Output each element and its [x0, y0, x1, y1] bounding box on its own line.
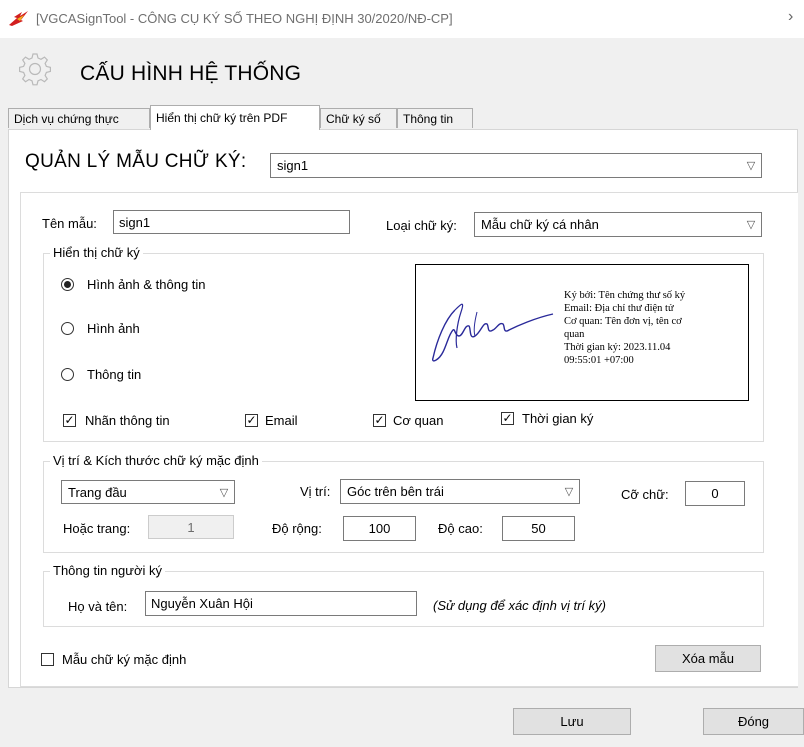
position-select[interactable]: Góc trên bên trái ▽ [340, 479, 580, 504]
chevron-down-icon: ▽ [746, 160, 756, 172]
template-select[interactable]: sign1 ▽ [270, 153, 762, 178]
height-input[interactable]: 50 [502, 516, 575, 541]
preview-line: 09:55:01 +07:00 [564, 355, 634, 366]
tab-label: Thông tin [403, 112, 454, 126]
radio-image-only[interactable] [61, 322, 74, 335]
or-page-label: Hoặc trang: [63, 521, 131, 536]
font-size-label: Cỡ chữ: [621, 487, 669, 502]
close-button[interactable]: Đóng [703, 708, 804, 735]
width-value: 100 [368, 521, 391, 536]
preview-line: Email: Địa chỉ thư điện tử [564, 303, 674, 314]
signature-type-select[interactable]: Mẫu chữ ký cá nhân ▽ [474, 212, 762, 237]
signer-hint: (Sử dụng để xác định vị trí ký) [433, 598, 606, 613]
tab-label: Dịch vụ chứng thực [14, 112, 119, 126]
checkbox-organization-text: Cơ quan [393, 413, 444, 428]
chevron-down-icon: ▽ [219, 486, 229, 499]
width-input[interactable]: 100 [343, 516, 416, 541]
chevron-down-icon: ▽ [564, 486, 574, 498]
height-label: Độ cao: [438, 521, 483, 536]
checkbox-signing-time[interactable]: ✓ [501, 412, 514, 425]
chevron-down-icon: ▽ [746, 219, 756, 231]
checkbox-email-text: Email [265, 413, 298, 428]
save-button[interactable]: Lưu [513, 708, 631, 735]
signature-type-value: Mẫu chữ ký cá nhân [481, 217, 599, 232]
template-name-label: Tên mẫu: [42, 216, 97, 231]
chevron-right-icon[interactable]: › [788, 8, 793, 26]
delete-template-button[interactable]: Xóa mẫu [655, 645, 761, 672]
tab-digital-signature[interactable]: Chữ ký số [320, 108, 397, 128]
signature-type-label: Loại chữ ký: [386, 218, 457, 233]
template-name-input[interactable]: sign1 [113, 210, 350, 234]
checkbox-organization[interactable]: ✓ [373, 414, 386, 427]
window-title: [VGCASignTool - CÔNG CỤ KÝ SỐ THEO NGHỊ … [36, 11, 453, 26]
position-label: Vị trí: [300, 484, 331, 499]
page-title: CẤU HÌNH HỆ THỐNG [80, 62, 302, 85]
radio-info-only[interactable] [61, 368, 74, 381]
handwritten-signature-image [432, 303, 554, 362]
signer-group-legend: Thông tin người ký [50, 563, 166, 578]
signer-name-input[interactable]: Nguyễn Xuân Hội [145, 591, 417, 616]
signer-name-label: Họ và tên: [68, 599, 128, 614]
checkbox-default-template[interactable] [41, 653, 54, 666]
tab-label: Chữ ký số [326, 112, 381, 126]
position-size-legend: Vị trí & Kích thước chữ ký mặc định [50, 453, 262, 468]
checkbox-signing-time-text: Thời gian ký [522, 411, 594, 426]
page-select-value: Trang đầu [68, 484, 127, 500]
template-name-value: sign1 [119, 214, 151, 230]
display-group-legend: Hiển thị chữ ký [50, 245, 143, 260]
template-select-value: sign1 [277, 158, 309, 173]
radio-info-only-label: Thông tin [87, 367, 142, 382]
tab-info[interactable]: Thông tin [397, 108, 473, 128]
template-manager-label: QUẢN LÝ MẪU CHỮ KÝ: [25, 151, 247, 172]
or-page-input: 1 [148, 515, 234, 539]
preview-line: quan [564, 329, 585, 340]
width-label: Độ rộng: [272, 521, 322, 536]
height-value: 50 [531, 521, 546, 536]
font-size-input[interactable]: 0 [685, 481, 745, 506]
radio-image-and-info-label: Hình ảnh & thông tin [87, 277, 206, 292]
gear-icon [19, 53, 51, 86]
tab-auth-service[interactable]: Dịch vụ chứng thực [8, 108, 150, 128]
font-size-value: 0 [711, 486, 719, 501]
tab-pdf-signature-display[interactable]: Hiển thị chữ ký trên PDF [150, 105, 320, 130]
preview-line: Ký bởi: Tên chứng thư số ký [564, 290, 686, 301]
preview-line: Cơ quan: Tên đơn vị, tên cơ [564, 316, 682, 327]
preview-line: Thời gian ký: 2023.11.04 [564, 342, 671, 353]
checkbox-info-label[interactable]: ✓ [63, 414, 76, 427]
position-select-value: Góc trên bên trái [347, 484, 444, 499]
checkbox-email[interactable]: ✓ [245, 414, 258, 427]
checkbox-info-label-text: Nhãn thông tin [85, 413, 170, 428]
or-page-value: 1 [187, 519, 195, 535]
signer-name-value: Nguyễn Xuân Hội [151, 596, 253, 611]
tab-label: Hiển thị chữ ký trên PDF [156, 111, 288, 125]
radio-image-only-label: Hình ảnh [87, 321, 140, 336]
page-select[interactable]: Trang đầu ▽ [61, 480, 235, 504]
app-logo-icon [9, 11, 28, 26]
default-template-label: Mẫu chữ ký mặc định [62, 652, 187, 667]
preview-info-text: Ký bởi: Tên chứng thư số ký Email: Địa c… [564, 289, 744, 367]
radio-image-and-info[interactable] [61, 278, 74, 291]
